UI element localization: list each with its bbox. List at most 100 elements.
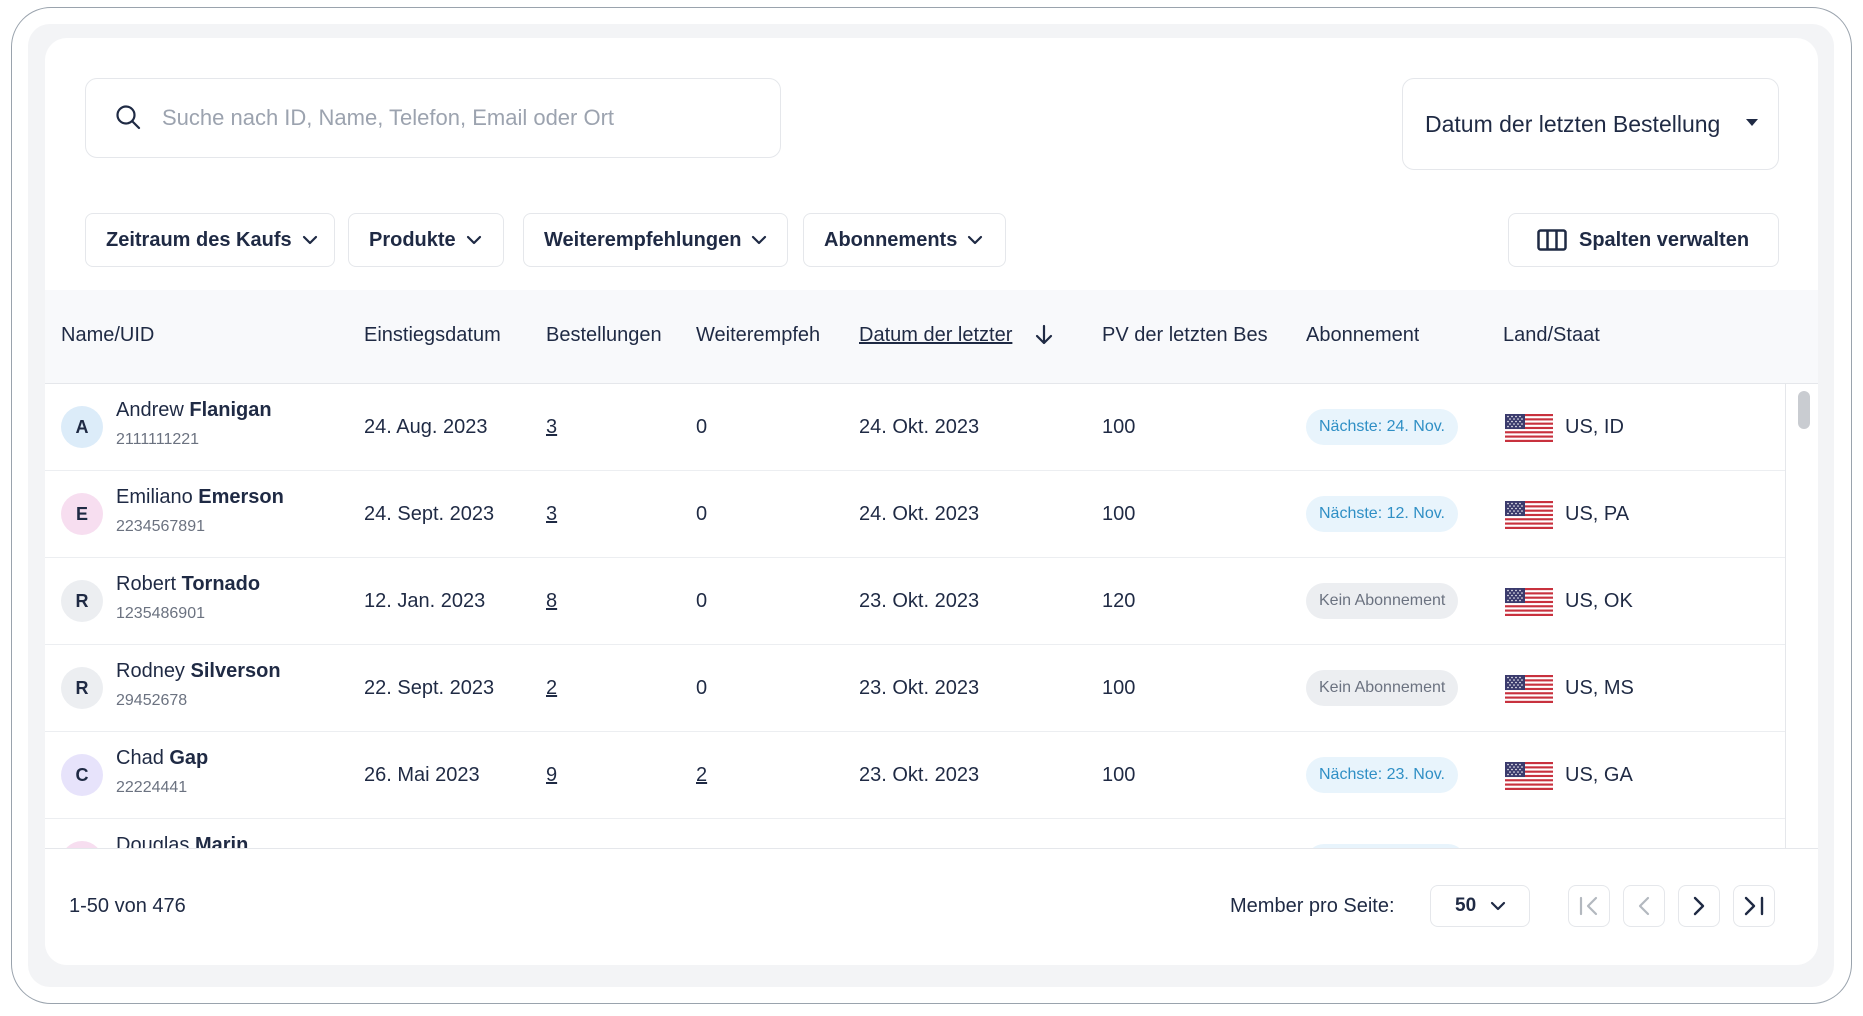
chevron-down-icon	[302, 235, 317, 245]
search-input[interactable]	[162, 95, 762, 141]
filter-zeitraum-label: Zeitraum des Kaufs	[106, 228, 292, 251]
einstiegsdatum-cell: 22. Sept. 2023	[364, 677, 495, 699]
per-page-select[interactable]: 50	[1430, 885, 1530, 927]
first-page-button[interactable]	[1568, 885, 1610, 927]
table-body: A Andrew Flanigan 2111111221 24. Aug. 20…	[45, 384, 1785, 848]
avatar: E	[61, 493, 103, 535]
prev-page-button[interactable]	[1623, 885, 1665, 927]
us-flag-icon	[1505, 762, 1553, 790]
einstiegsdatum-cell: 12. Jan. 2023	[364, 590, 486, 612]
pv-cell: 100	[1102, 416, 1136, 438]
country-cell: US, GA	[1565, 764, 1633, 786]
column-header-letzte-bestellung[interactable]: Datum der letzter	[859, 324, 1022, 347]
subscription-badge: Nächste: 12. Nov.	[1306, 496, 1458, 532]
member-name[interactable]: Chad Gap	[116, 747, 208, 770]
letzte-bestellung-cell: 23. Okt. 2023	[859, 677, 980, 699]
avatar: R	[61, 580, 103, 622]
column-header-pv[interactable]: PV der letzten Bes	[1102, 324, 1274, 347]
letzte-bestellung-cell: 24. Okt. 2023	[859, 503, 980, 525]
subscription-badge: Kein Abonnement	[1306, 583, 1459, 619]
next-page-button[interactable]	[1678, 885, 1720, 927]
member-name[interactable]: Rodney Silverson	[116, 660, 281, 683]
bestellungen-link[interactable]: 9	[546, 764, 557, 787]
bestellungen-link[interactable]: 2	[546, 677, 557, 700]
country-cell: US, MS	[1565, 677, 1634, 699]
member-uid: 2234567891	[116, 518, 205, 535]
filter-produkte-button[interactable]: Produkte	[348, 213, 504, 267]
filter-produkte-label: Produkte	[369, 228, 456, 251]
letzte-bestellung-cell: 23. Okt. 2023	[859, 764, 980, 786]
pv-cell: 100	[1102, 764, 1136, 786]
member-uid: 1235486901	[116, 605, 205, 622]
letzte-bestellung-cell: 23. Okt. 2023	[859, 590, 980, 612]
filter-weiterempfehlungen-label: Weiterempfehlungen	[544, 228, 742, 251]
member-uid: 29452678	[116, 692, 188, 709]
filter-abonnements-label: Abonnements	[824, 228, 958, 251]
last-page-button[interactable]	[1733, 885, 1775, 927]
caret-down-icon	[1746, 119, 1758, 126]
member-name[interactable]: Andrew Flanigan	[116, 399, 272, 422]
search-box[interactable]	[85, 78, 781, 158]
country-cell: US, ID	[1565, 416, 1624, 438]
first-page-icon	[1579, 896, 1598, 916]
filter-abonnements-button[interactable]: Abonnements	[803, 213, 1006, 267]
arrow-down-icon[interactable]	[1035, 324, 1053, 346]
column-header-name[interactable]: Name/UID	[61, 324, 154, 347]
sort-select[interactable]: Datum der letzten Bestellung	[1402, 78, 1779, 170]
avatar: A	[61, 406, 103, 448]
avatar: C	[61, 754, 103, 796]
filter-zeitraum-button[interactable]: Zeitraum des Kaufs	[85, 213, 335, 267]
table-row[interactable]: R Robert Tornado 1235486901 12. Jan. 202…	[45, 558, 1785, 645]
us-flag-icon	[1505, 675, 1553, 703]
avatar: D	[61, 841, 103, 848]
country-cell: US, PA	[1565, 503, 1630, 525]
column-header-land[interactable]: Land/Staat	[1503, 324, 1600, 347]
scrollbar-thumb[interactable]	[1798, 391, 1810, 429]
column-header-einstiegsdatum[interactable]: Einstiegsdatum	[364, 324, 501, 347]
table-row[interactable]: C Chad Gap 22224441 26. Mai 2023 9 2 23.…	[45, 732, 1785, 819]
table-row[interactable]: A Andrew Flanigan 2111111221 24. Aug. 20…	[45, 384, 1785, 471]
weiterempfehlungen-link[interactable]: 2	[696, 764, 707, 787]
column-header-bestellungen[interactable]: Bestellungen	[546, 324, 664, 347]
pagination-range: 1-50 von 476	[69, 895, 186, 917]
member-uid: 2111111221	[116, 431, 200, 448]
per-page-value: 50	[1455, 895, 1477, 916]
scrollbar-track	[1785, 384, 1786, 848]
pagination-footer: 1-50 von 476 Member pro Seite: 50	[45, 848, 1818, 965]
members-panel: Datum der letzten Bestellung Zeitraum de…	[45, 38, 1818, 965]
us-flag-icon	[1505, 588, 1553, 616]
member-name[interactable]: Emiliano Emerson	[116, 486, 284, 509]
bestellungen-link[interactable]: 3	[546, 503, 557, 526]
per-page-label: Member pro Seite:	[1230, 895, 1395, 917]
manage-columns-label: Spalten verwalten	[1579, 228, 1750, 251]
weiterempfehlungen-cell: 0	[696, 590, 708, 612]
bestellungen-link[interactable]: 8	[546, 590, 557, 613]
table-header: Name/UID Einstiegsdatum Bestellungen Wei…	[45, 290, 1818, 384]
member-uid: 22224441	[116, 779, 188, 796]
chevron-down-icon	[1491, 901, 1506, 911]
sort-select-value: Datum der letzten Bestellung	[1425, 111, 1721, 137]
subscription-badge: Kein Abonnement	[1306, 670, 1459, 706]
member-name[interactable]: Robert Tornado	[116, 573, 260, 596]
chevron-down-icon	[968, 235, 983, 245]
subscription-badge: Nächste: 23. Nov.	[1306, 757, 1458, 793]
pv-cell: 100	[1102, 677, 1136, 699]
table-row[interactable]: E Emiliano Emerson 2234567891 24. Sept. …	[45, 471, 1785, 558]
search-icon	[116, 105, 141, 130]
filter-weiterempfehlungen-button[interactable]: Weiterempfehlungen	[523, 213, 788, 267]
pv-cell: 120	[1102, 590, 1136, 612]
columns-icon	[1537, 229, 1567, 251]
member-name[interactable]: Douglas Marin	[116, 834, 248, 848]
chevron-down-icon	[466, 235, 481, 245]
avatar: R	[61, 667, 103, 709]
table-row[interactable]: D Douglas Marin	[45, 819, 1785, 848]
next-page-icon	[1693, 896, 1705, 916]
prev-page-icon	[1638, 896, 1650, 916]
column-header-abonnement[interactable]: Abonnement	[1306, 324, 1419, 347]
column-header-weiterempfehlungen[interactable]: Weiterempfeh	[696, 324, 824, 347]
manage-columns-button[interactable]: Spalten verwalten	[1508, 213, 1779, 267]
einstiegsdatum-cell: 26. Mai 2023	[364, 764, 480, 786]
bestellungen-link[interactable]: 3	[546, 416, 557, 439]
table-row[interactable]: R Rodney Silverson 29452678 22. Sept. 20…	[45, 645, 1785, 732]
us-flag-icon	[1505, 501, 1553, 529]
